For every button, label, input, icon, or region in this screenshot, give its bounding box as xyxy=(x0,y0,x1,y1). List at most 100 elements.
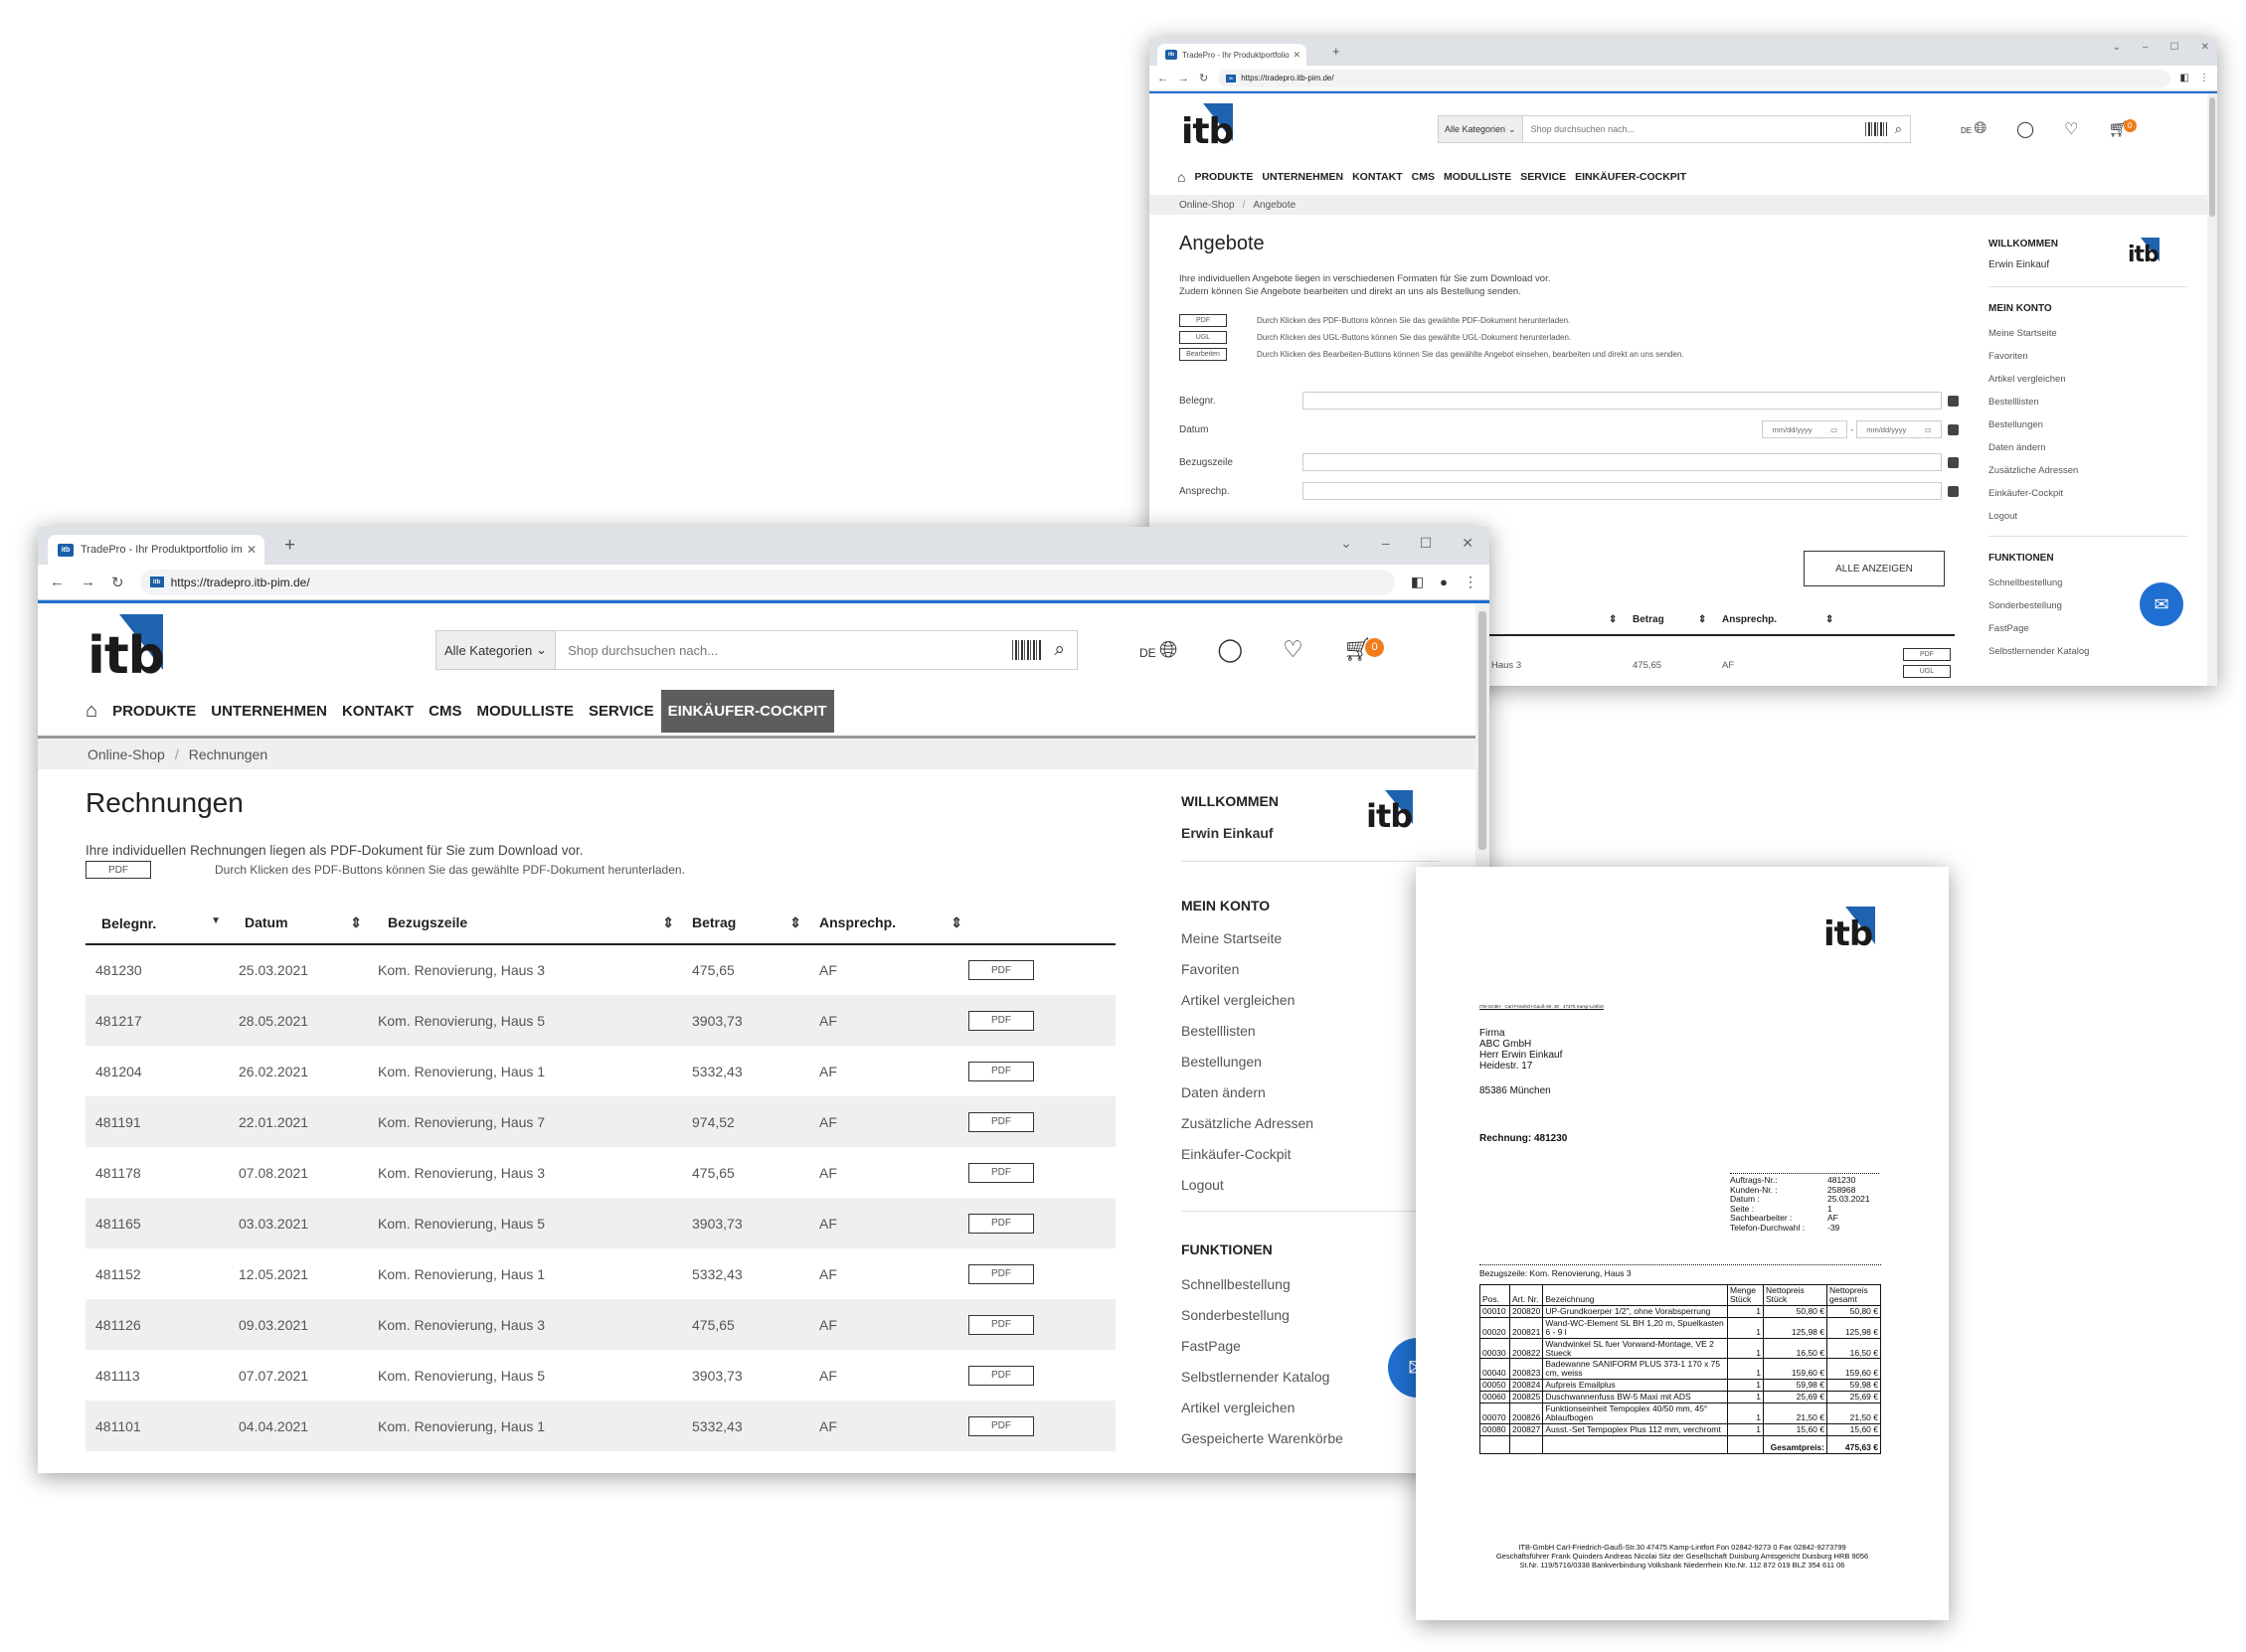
sidebar-link[interactable]: Artikel vergleichen xyxy=(1988,368,2187,391)
contact-button[interactable]: ✉ xyxy=(2140,582,2183,626)
sidebar-link[interactable]: Schnellbestellung xyxy=(1181,1269,1440,1300)
heart-icon[interactable]: ♡ xyxy=(1283,636,1303,663)
cart-icon[interactable]: 🛒︎ 0 xyxy=(2108,119,2137,139)
col-bezugszeile[interactable]: Bezugszeile ⇕ xyxy=(378,903,684,945)
forward-arrow-icon[interactable]: → xyxy=(81,574,95,590)
search-input[interactable] xyxy=(1522,124,1865,134)
nav-item-modulliste[interactable]: MODULLISTE xyxy=(477,703,575,720)
nav-item[interactable]: SERVICE xyxy=(1520,171,1566,183)
back-arrow-icon[interactable]: ← xyxy=(50,574,65,590)
new-tab-icon[interactable]: + xyxy=(1332,44,1340,59)
language-select[interactable]: DE 🌐︎ xyxy=(1961,120,1987,138)
chevron-down-icon[interactable]: ⌄ xyxy=(1340,535,1352,552)
back-arrow-icon[interactable]: ← xyxy=(1157,73,1168,84)
sidepanel-icon[interactable]: ◧ xyxy=(1411,574,1424,590)
close-tab-icon[interactable]: ✕ xyxy=(1293,50,1300,61)
col-betrag[interactable]: Betrag ⇕ xyxy=(684,903,811,945)
sidebar-link[interactable]: Einkäufer-Cockpit xyxy=(1181,1139,1440,1170)
barcode-icon[interactable] xyxy=(1864,122,1887,136)
nav-item-kontakt[interactable]: KONTAKT xyxy=(342,703,414,720)
pdf-button[interactable]: PDF xyxy=(968,1061,1034,1081)
sidebar-link[interactable]: Bestellungen xyxy=(1988,413,2187,436)
col-belegnr[interactable]: Belegnr. ▼ xyxy=(86,903,229,945)
nav-item-unternehmen[interactable]: UNTERNEHMEN xyxy=(211,703,327,720)
nav-item-service[interactable]: SERVICE xyxy=(589,703,654,720)
filter-apply-icon[interactable] xyxy=(1948,395,1959,407)
home-icon[interactable]: ⌂ xyxy=(1177,169,1185,185)
maximize-icon[interactable]: ☐ xyxy=(1420,535,1433,552)
url-field[interactable]: itb https://tradepro.itb-pim.de/ xyxy=(1218,69,2170,87)
reload-icon[interactable]: ↻ xyxy=(1199,72,1208,84)
sidebar-link[interactable]: Sonderbestellung xyxy=(1181,1300,1440,1331)
sidebar-link[interactable]: Meine Startseite xyxy=(1181,923,1440,954)
nav-item-einkaeufer-cockpit[interactable]: EINKÄUFER-COCKPIT xyxy=(660,689,834,733)
category-select[interactable]: Alle Kategorien ⌄ xyxy=(1439,116,1523,142)
sidebar-link[interactable]: Daten ändern xyxy=(1988,436,2187,459)
reload-icon[interactable]: ↻ xyxy=(111,574,124,591)
search-icon[interactable]: ⌕ xyxy=(1895,121,1902,137)
breadcrumb-link[interactable]: Online-Shop xyxy=(87,746,165,762)
account-icon[interactable]: ◯ xyxy=(2016,119,2034,139)
url-field[interactable]: itb https://tradepro.itb-pim.de/ xyxy=(139,569,1395,595)
filter-apply-icon[interactable] xyxy=(1948,456,1959,468)
language-select[interactable]: DE 🌐︎ xyxy=(1139,636,1177,663)
pdf-button[interactable]: PDF xyxy=(968,1415,1034,1436)
browser-tab[interactable]: itb TradePro - Ihr Produktportfolio im Ü… xyxy=(1157,44,1306,66)
ansprechp-input[interactable] xyxy=(1302,482,1942,500)
close-window-icon[interactable]: ✕ xyxy=(2201,42,2209,53)
breadcrumb-link[interactable]: Online-Shop xyxy=(1179,200,1235,211)
maximize-icon[interactable]: ☐ xyxy=(2170,42,2179,53)
home-icon[interactable]: ⌂ xyxy=(86,700,97,723)
pdf-button[interactable]: PDF xyxy=(968,1365,1034,1386)
minimize-icon[interactable]: – xyxy=(1382,535,1390,552)
pdf-button[interactable]: PDF xyxy=(968,1111,1034,1132)
browser-tab[interactable]: itb TradePro - Ihr Produktportfolio im Ü… xyxy=(48,535,264,565)
sidebar-link[interactable]: Logout xyxy=(1181,1170,1440,1201)
col-ansprechp[interactable]: Ansprechp. ⇕ xyxy=(811,903,968,945)
barcode-icon[interactable] xyxy=(1012,640,1043,660)
scrollbar[interactable] xyxy=(2207,93,2217,686)
pdf-button[interactable]: PDF xyxy=(968,1162,1034,1183)
menu-dots-icon[interactable]: ⋮ xyxy=(2199,73,2209,83)
nav-item-cms[interactable]: CMS xyxy=(429,703,461,720)
sidebar-link[interactable]: Daten ändern xyxy=(1181,1077,1440,1108)
close-tab-icon[interactable]: ✕ xyxy=(247,543,257,557)
pdf-button[interactable]: PDF xyxy=(968,960,1034,981)
pdf-button[interactable]: PDF xyxy=(968,1010,1034,1031)
pdf-button[interactable]: PDF xyxy=(1903,648,1951,661)
ugl-button[interactable]: UGL xyxy=(1903,665,1951,678)
minimize-icon[interactable]: – xyxy=(2143,42,2149,53)
nav-item[interactable]: CMS xyxy=(1412,171,1435,183)
account-icon[interactable]: ◯ xyxy=(1217,636,1243,663)
sidebar-link[interactable]: Artikel vergleichen xyxy=(1181,985,1440,1016)
nav-item[interactable]: MODULLISTE xyxy=(1444,171,1511,183)
nav-item[interactable]: EINKÄUFER-COCKPIT xyxy=(1575,171,1686,183)
date-from-input[interactable]: mm/dd/yyyy ▭ xyxy=(1762,420,1848,438)
sidebar-link[interactable]: Logout xyxy=(1988,505,2187,528)
nav-item[interactable]: UNTERNEHMEN xyxy=(1262,171,1343,183)
sidebar-link[interactable]: Einkäufer-Cockpit xyxy=(1988,482,2187,505)
col-datum[interactable]: Datum ⇕ xyxy=(229,903,378,945)
show-all-button[interactable]: ALLE ANZEIGEN xyxy=(1804,551,1945,586)
forward-arrow-icon[interactable]: → xyxy=(1178,73,1189,84)
pdf-button[interactable]: PDF xyxy=(968,1213,1034,1234)
sidebar-link[interactable]: Bestelllisten xyxy=(1181,1016,1440,1047)
belegnr-input[interactable] xyxy=(1302,392,1942,410)
close-window-icon[interactable]: ✕ xyxy=(1462,535,1473,552)
sidebar-link[interactable]: Gespeicherte Warenkörbe xyxy=(1181,1423,1440,1454)
chevron-down-icon[interactable]: ⌄ xyxy=(2113,42,2121,53)
menu-dots-icon[interactable]: ⋮ xyxy=(1464,574,1477,590)
cart-icon[interactable]: 🛒︎ 0 xyxy=(1343,636,1384,663)
category-select[interactable]: Alle Kategorien ⌄ xyxy=(436,631,557,669)
search-input[interactable] xyxy=(556,642,1013,658)
profile-icon[interactable]: ● xyxy=(1440,575,1448,589)
filter-apply-icon[interactable] xyxy=(1948,423,1959,435)
nav-item[interactable]: PRODUKTE xyxy=(1194,171,1253,183)
nav-item-produkte[interactable]: PRODUKTE xyxy=(112,703,196,720)
pdf-button[interactable]: PDF xyxy=(968,1314,1034,1335)
bezugszeile-input[interactable] xyxy=(1302,453,1942,471)
sidebar-link[interactable]: Artikel vergleichen xyxy=(1181,1393,1440,1423)
sidebar-link[interactable]: Favoriten xyxy=(1988,345,2187,368)
pdf-button[interactable]: PDF xyxy=(968,1263,1034,1284)
sidebar-link[interactable]: Meine Startseite xyxy=(1988,322,2187,345)
